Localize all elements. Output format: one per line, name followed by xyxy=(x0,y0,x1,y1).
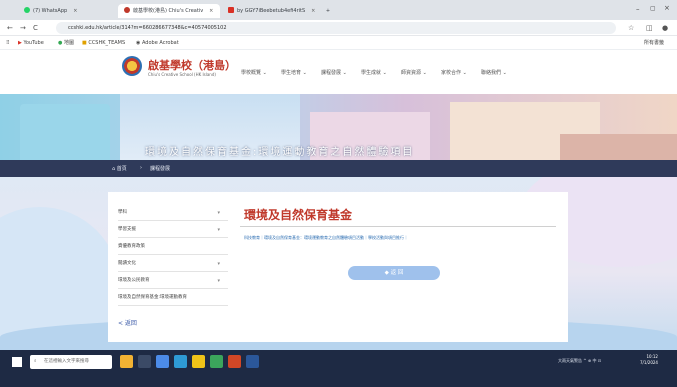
nav-school-overview[interactable]: 學校概覽 ⌄ xyxy=(241,69,267,76)
file-explorer-icon[interactable] xyxy=(192,355,205,368)
word-icon[interactable] xyxy=(246,355,259,368)
new-tab-button[interactable]: + xyxy=(322,4,334,18)
sidebar-item-subjects[interactable]: 學科 ▾ xyxy=(118,205,228,221)
tab-label: (7) WhatsApp xyxy=(33,8,68,14)
article-category-link[interactable]: 科技教育｜環境及自然保育基金：環境運動教育之自然體驗項目活動｜學校活動與項目推行… xyxy=(244,235,408,241)
school-logo-icon[interactable] xyxy=(122,56,142,76)
youtube-icon: ▶ xyxy=(18,40,22,46)
sidebar-item-label: 學科 xyxy=(118,210,127,215)
sidebar-item-reading-culture[interactable]: 閱讀文化 ▾ xyxy=(118,256,228,272)
all-bookmarks-label: 所有書籤 xyxy=(644,40,665,46)
profile-icon[interactable]: ● xyxy=(662,23,668,33)
back-button[interactable]: ◆ 返 回 xyxy=(348,266,440,280)
sidebar-item-label: 環境及公民教育 xyxy=(118,278,150,283)
chevron-down-icon[interactable]: ▾ xyxy=(217,256,220,272)
chevron-down-icon[interactable]: ▾ xyxy=(217,205,220,221)
sidebar-item-label: 資優教育政策 xyxy=(118,244,145,249)
breadcrumb-separator: › xyxy=(140,165,142,171)
nav-home-school[interactable]: 家校合作 ⌄ xyxy=(441,69,467,76)
sidebar-item-label: 環境及自然保育基金:環境運動教育 xyxy=(118,295,188,300)
breadcrumb xyxy=(0,160,677,177)
all-bookmarks[interactable]: 所有書籤 xyxy=(644,39,664,47)
acrobat-icon: ◉ xyxy=(136,40,141,46)
sidebar-item-gifted-education[interactable]: 資優教育政策 xyxy=(118,239,228,255)
chevron-down-icon[interactable]: ▾ xyxy=(217,222,220,238)
map-pin-icon: ● xyxy=(58,40,63,46)
tab-label: by GGY7iBeebetub4efi4ritS xyxy=(237,8,306,14)
school-subtitle: Chiu's Creative School (HK Island) xyxy=(148,72,216,77)
sidebar-item-learning-support[interactable]: 學習支援 ▾ xyxy=(118,222,228,238)
chevron-down-icon[interactable]: ▾ xyxy=(217,273,220,289)
breadcrumb-home-label: 首頁 xyxy=(116,166,127,172)
star-icon[interactable]: ☆ xyxy=(628,23,634,33)
task-view-icon[interactable] xyxy=(138,355,151,368)
bookmark-label: 地圖 xyxy=(63,40,74,46)
excel-icon[interactable] xyxy=(210,355,223,368)
reload-icon[interactable]: C xyxy=(33,23,38,33)
window-close-icon[interactable]: × xyxy=(664,4,670,12)
powerpoint-icon[interactable] xyxy=(228,355,241,368)
youtube-icon xyxy=(228,7,234,13)
nav-student-achievement[interactable]: 學生成就 ⌄ xyxy=(361,69,387,76)
search-placeholder: 在這裡輸入文字來搜尋 xyxy=(44,359,89,364)
breadcrumb-home[interactable]: ⌂ 首頁 xyxy=(112,165,127,172)
sidebar-back-link[interactable]: < 返回 xyxy=(118,318,137,327)
browser-tab-bar: (7) WhatsApp × 啟基學校(港島) Chiu's Creativ × b… xyxy=(0,0,677,20)
sidebar-item-conservation-fund[interactable]: 環境及自然保育基金:環境運動教育 xyxy=(118,290,228,306)
bookmark-acrobat[interactable]: ◉ Adobe Acrobat xyxy=(136,39,179,47)
nav-student-development[interactable]: 學生培育 ⌄ xyxy=(281,69,307,76)
school-name[interactable]: 啟基學校（港島） xyxy=(148,57,236,73)
title-divider xyxy=(240,226,556,227)
tab-whatsapp[interactable]: (7) WhatsApp × xyxy=(18,4,116,18)
bookmark-label: YouTube xyxy=(23,40,44,46)
bookmark-maps[interactable]: ● 地圖 xyxy=(58,39,74,47)
bookmark-label: CCSHK_TEAMS xyxy=(88,40,126,46)
bookmark-label: Adobe Acrobat xyxy=(141,40,179,46)
bookmarks-bar: ⠿ ▶ YouTube ● 地圖 ■ CCSHK_TEAMS ◉ Adobe A… xyxy=(0,36,677,50)
home-icon: ⌂ xyxy=(112,166,116,172)
extensions-icon[interactable]: ◫ xyxy=(646,23,653,33)
tab-school-site[interactable]: 啟基學校(港島) Chiu's Creativ × xyxy=(118,4,220,18)
nav-contact[interactable]: 聯絡我們 ⌄ xyxy=(481,69,507,76)
url-field[interactable]: ccshki.edu.hk/article/314?m=660286677348… xyxy=(56,22,616,34)
system-tray[interactable]: 大雨天氣警告 ^ ⊕ 中 ⊡ xyxy=(558,358,601,364)
clock-date: 7/1/2024 xyxy=(640,360,658,365)
search-icon: ⌕ xyxy=(34,359,37,364)
breadcrumb-current[interactable]: 課程發展 xyxy=(150,165,170,172)
close-icon[interactable]: × xyxy=(73,8,77,14)
address-bar: ← → C ccshki.edu.hk/article/314?m=660286… xyxy=(0,20,677,36)
apps-icon[interactable]: ⠿ xyxy=(6,39,10,47)
banner-title: 環境及自然保育基金:環境運動教育之自然體驗項目 xyxy=(145,147,415,158)
teams-icon: ■ xyxy=(82,40,87,46)
weather-icon[interactable] xyxy=(120,355,133,368)
back-icon[interactable]: ← xyxy=(7,23,13,33)
page-title: 環境及自然保育基金 xyxy=(244,208,353,222)
taskbar-clock[interactable]: 10:12 7/1/2024 xyxy=(640,354,658,366)
school-favicon-icon xyxy=(124,7,130,13)
sidebar-item-label: 學習支援 xyxy=(118,227,136,232)
bookmark-teams[interactable]: ■ CCSHK_TEAMS xyxy=(82,39,125,47)
whatsapp-icon xyxy=(24,7,30,13)
edge-icon[interactable] xyxy=(174,355,187,368)
minimize-icon[interactable]: – xyxy=(636,5,640,13)
taskbar-search-input[interactable]: ⌕ 在這裡輸入文字來搜尋 xyxy=(30,355,112,369)
tab-other[interactable]: by GGY7iBeebetub4efi4ritS × xyxy=(222,4,320,18)
forward-icon[interactable]: → xyxy=(20,23,26,33)
nav-curriculum[interactable]: 課程發展 ⌄ xyxy=(321,69,347,76)
nav-teaching-resources[interactable]: 師資資源 ⌄ xyxy=(401,69,427,76)
chrome-icon[interactable] xyxy=(156,355,169,368)
close-icon[interactable]: × xyxy=(209,8,213,14)
windows-start-icon[interactable] xyxy=(12,357,22,367)
close-icon[interactable]: × xyxy=(311,8,315,14)
sidebar-item-label: 閱讀文化 xyxy=(118,261,136,266)
maximize-icon[interactable]: ▢ xyxy=(650,5,656,12)
bookmark-youtube[interactable]: ▶ YouTube xyxy=(18,39,44,47)
sidebar-item-environment-civic[interactable]: 環境及公民教育 ▾ xyxy=(118,273,228,289)
tab-label: 啟基學校(港島) Chiu's Creativ xyxy=(133,8,204,14)
